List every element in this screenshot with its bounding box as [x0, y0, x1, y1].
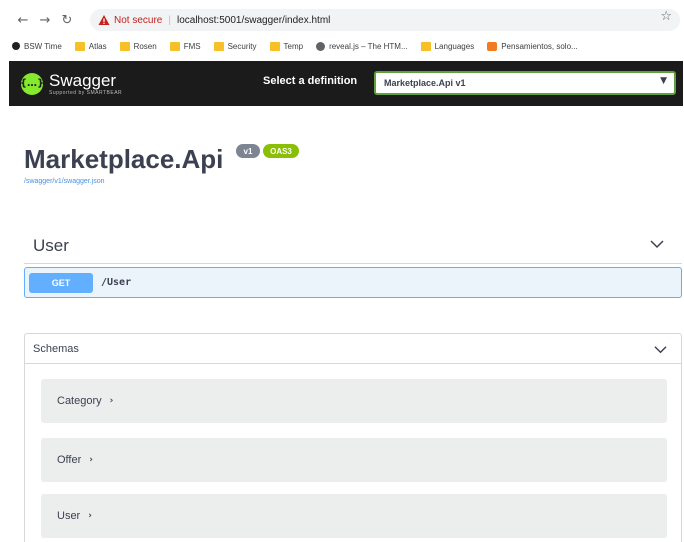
bookmark-revealjs[interactable]: reveal.js – The HTM...: [316, 41, 408, 51]
bookmark-fms[interactable]: FMS: [169, 41, 201, 51]
bookmark-label: BSW Time: [24, 41, 62, 51]
swagger-logo[interactable]: {…} Swagger Supported by SMARTBEAR: [20, 72, 122, 96]
chevron-right-icon: ›: [89, 455, 93, 465]
tag-title: User: [33, 235, 69, 255]
browser-chrome: ← → ↻ Not secure | localhost:5001/swagge…: [0, 0, 684, 60]
folder-icon: [169, 41, 180, 51]
security-status[interactable]: Not secure: [114, 15, 162, 26]
bookmark-label: Languages: [434, 41, 475, 51]
bookmarks-bar: BSW Time Atlas Rosen FMS Security Temp r…: [0, 36, 684, 56]
chevron-down-icon[interactable]: [654, 343, 667, 356]
definition-select[interactable]: Marketplace.Api v1 ▼: [374, 71, 676, 95]
bookmark-label: Rosen: [133, 41, 157, 51]
version-badge: v1: [236, 144, 260, 158]
schema-model-user[interactable]: User ›: [41, 494, 667, 538]
bookmark-label: Atlas: [88, 41, 107, 51]
chevron-right-icon: ›: [109, 396, 114, 406]
bookmark-bsw-time[interactable]: BSW Time: [12, 42, 62, 51]
folder-icon: [119, 41, 130, 51]
schema-model-offer[interactable]: Offer ›: [41, 438, 667, 482]
bookmark-atlas[interactable]: Atlas: [74, 41, 107, 51]
bookmark-languages[interactable]: Languages: [420, 41, 475, 51]
arrow-right-icon[interactable]: →: [36, 11, 54, 29]
bookmark-security[interactable]: Security: [213, 41, 257, 51]
folder-icon: [213, 41, 224, 51]
schemas-section: Schemas Category › Offer › User ›: [24, 333, 682, 542]
bookmark-temp[interactable]: Temp: [269, 41, 304, 51]
schemas-title: Schemas: [33, 342, 79, 355]
api-title: Marketplace.Api: [24, 144, 224, 174]
folder-icon: [74, 41, 85, 51]
spec-json-link[interactable]: /swagger/v1/swagger.json: [24, 178, 105, 185]
bookmark-label: Temp: [283, 41, 304, 51]
bookmark-rosen[interactable]: Rosen: [119, 41, 157, 51]
browser-toolbar: ← → ↻ Not secure | localhost:5001/swagge…: [0, 6, 684, 34]
swagger-topbar: {…} Swagger Supported by SMARTBEAR Selec…: [9, 61, 683, 106]
address-bar[interactable]: Not secure | localhost:5001/swagger/inde…: [90, 9, 680, 31]
bookmark-label: reveal.js – The HTM...: [329, 41, 408, 51]
model-name: Category: [57, 395, 102, 407]
method-badge: GET: [29, 272, 93, 293]
bookmark-site-icon: [487, 41, 498, 51]
address-separator: |: [168, 14, 171, 26]
url-text[interactable]: localhost:5001/swagger/index.html: [177, 15, 330, 26]
reload-icon[interactable]: ↻: [58, 11, 76, 29]
chevron-down-icon[interactable]: [650, 237, 664, 251]
bookmark-label: Security: [227, 41, 257, 51]
logo-title: Swagger: [49, 70, 117, 90]
oas-badge: OAS3: [263, 144, 299, 158]
folder-icon: [420, 41, 431, 51]
select-definition-label: Select a definition: [263, 75, 358, 87]
chevron-down-icon: ▼: [660, 76, 667, 86]
star-icon[interactable]: ☆: [660, 9, 672, 24]
model-name: User: [57, 510, 81, 522]
logo-text: Swagger Supported by SMARTBEAR: [49, 72, 122, 96]
clock-icon: [12, 42, 20, 50]
bookmark-label: FMS: [183, 41, 201, 51]
operation-get-user[interactable]: GET /User: [24, 267, 682, 298]
chevron-right-icon: ›: [88, 511, 92, 521]
globe-icon: [316, 41, 326, 51]
swagger-logo-icon: {…}: [20, 72, 44, 95]
schema-model-category[interactable]: Category ›: [41, 379, 667, 423]
bookmark-label: Pensamientos, solo...: [501, 41, 578, 51]
schemas-header[interactable]: Schemas: [25, 334, 681, 364]
model-name: Offer: [57, 454, 82, 466]
arrow-left-icon[interactable]: ←: [14, 11, 32, 29]
operation-path: /User: [101, 277, 132, 288]
tag-header-user[interactable]: User: [24, 228, 682, 264]
definition-select-value: Marketplace.Api v1: [384, 78, 466, 88]
logo-subtitle: Supported by SMARTBEAR: [49, 89, 123, 96]
warning-icon: [98, 15, 110, 25]
bookmark-pensamientos[interactable]: Pensamientos, solo...: [487, 41, 578, 51]
folder-icon: [269, 41, 280, 51]
